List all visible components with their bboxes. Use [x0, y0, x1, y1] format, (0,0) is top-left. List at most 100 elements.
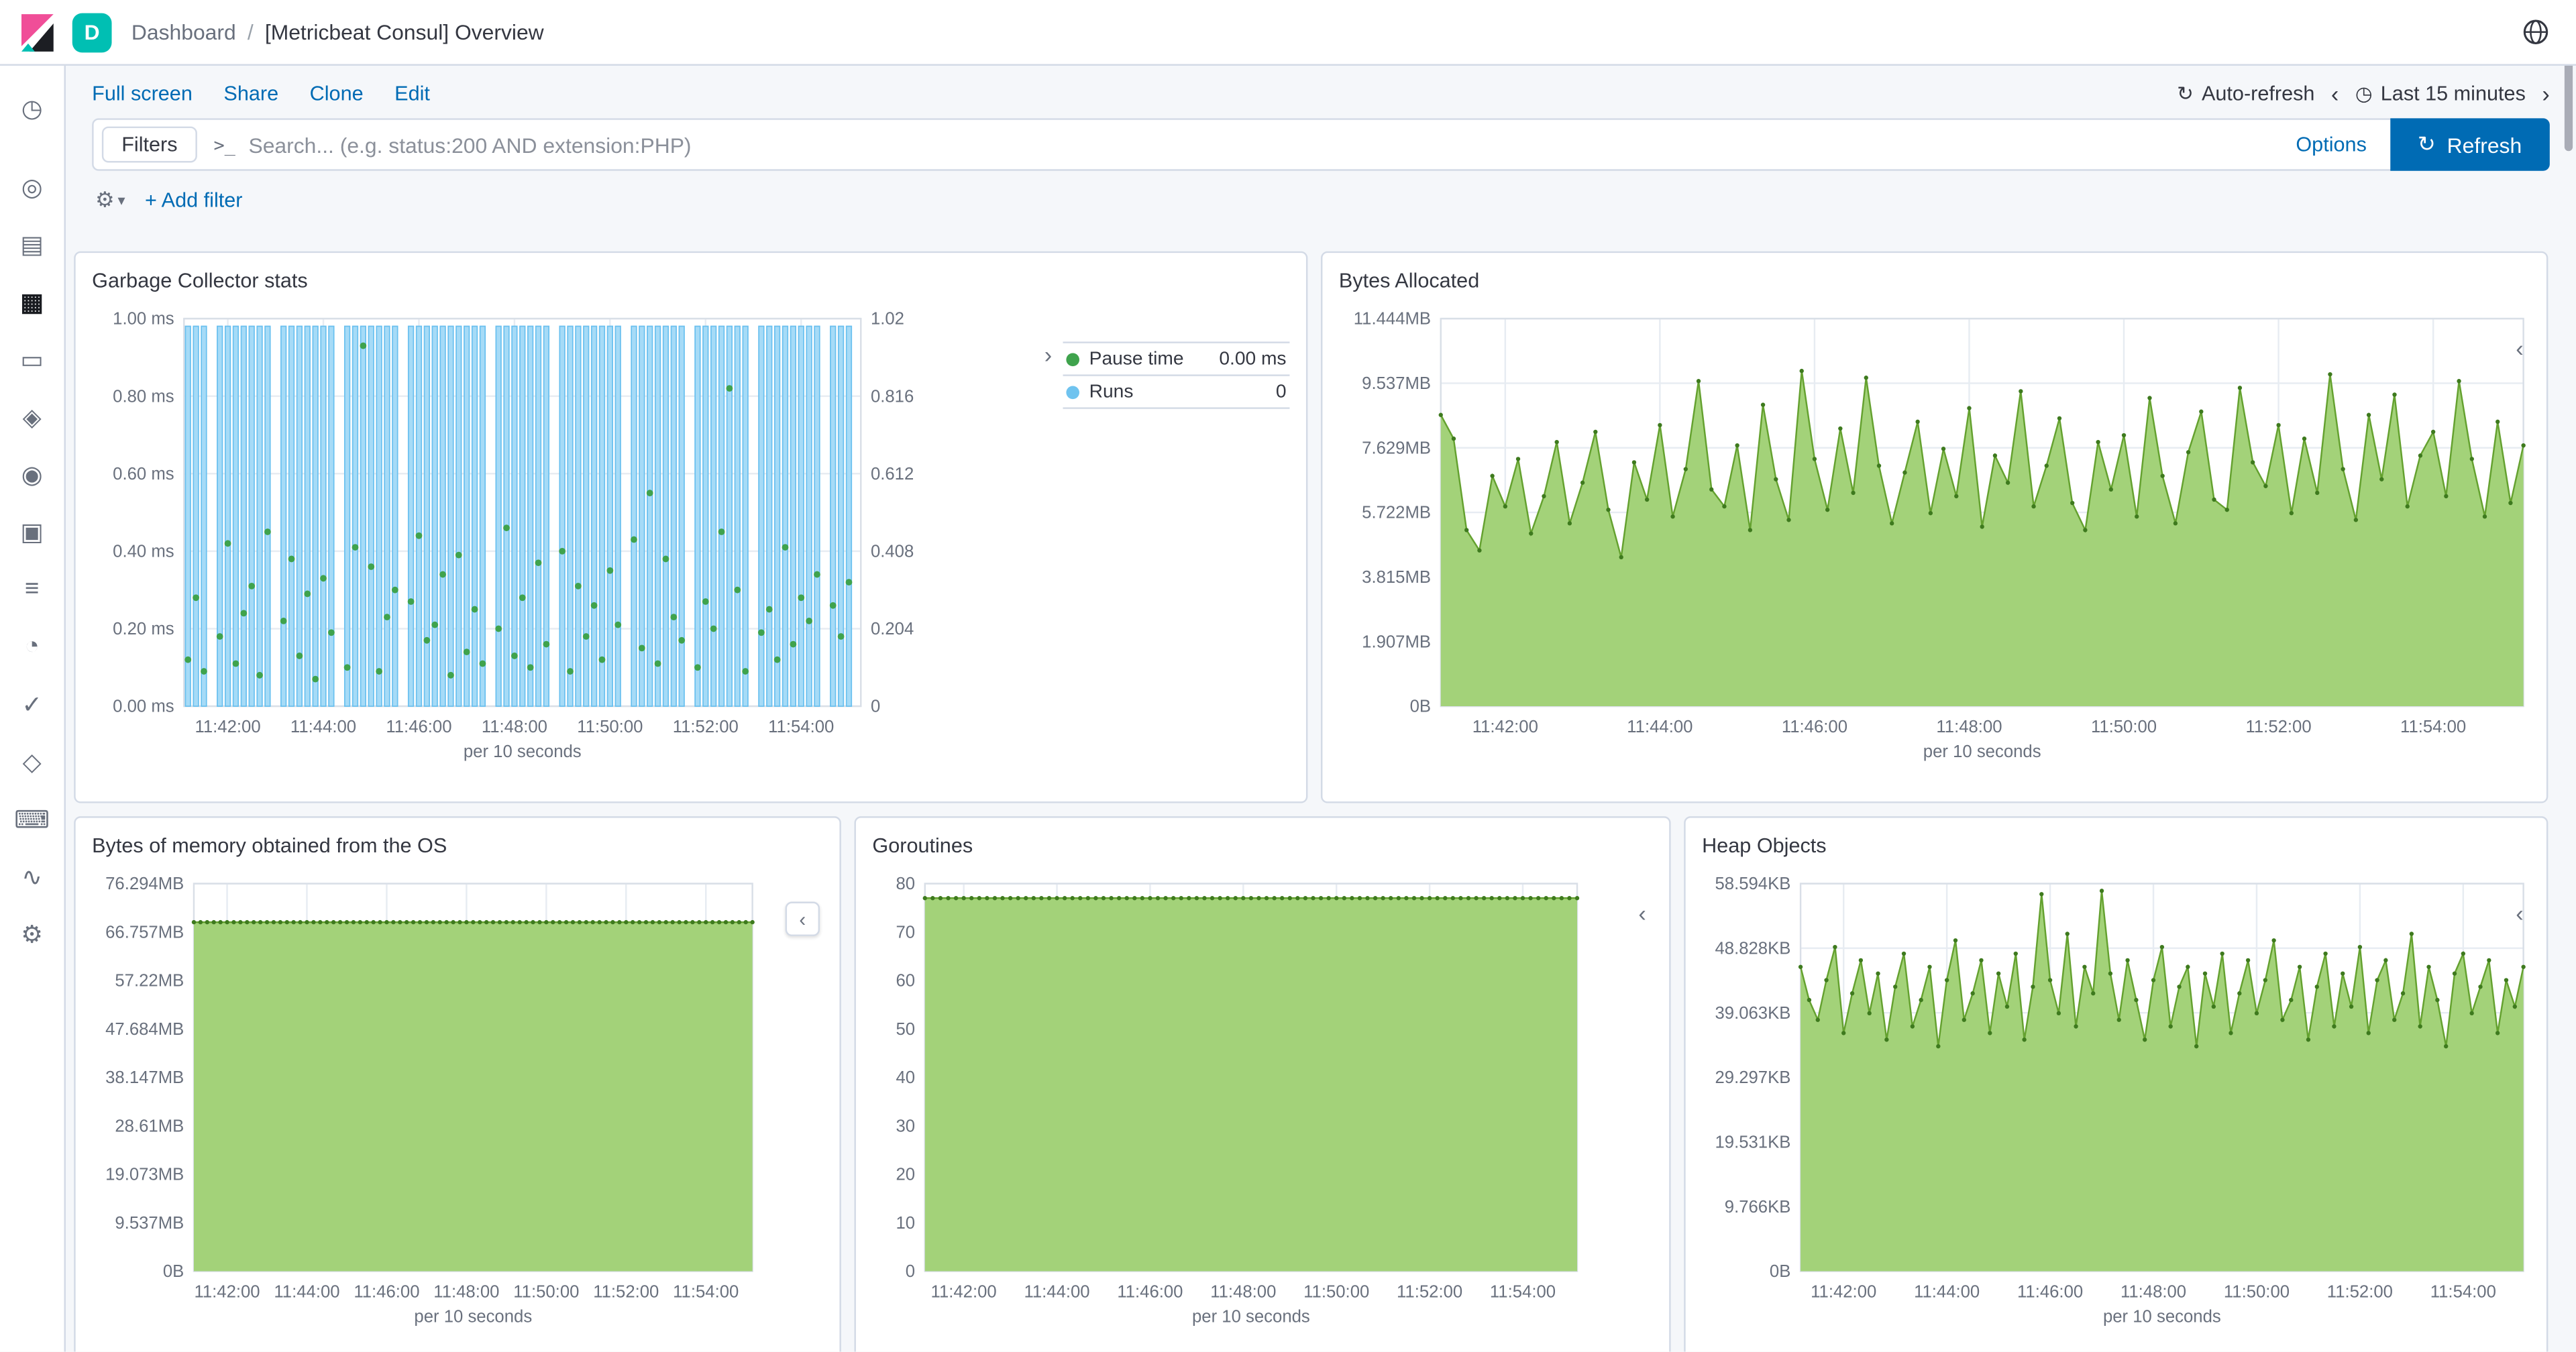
- bar-runs: [479, 325, 486, 707]
- full-screen-link[interactable]: Full screen: [92, 82, 193, 105]
- visualize-icon[interactable]: ▤: [4, 215, 60, 273]
- uptime-icon[interactable]: ✓: [4, 675, 60, 733]
- series-marker: [2452, 971, 2457, 976]
- time-back-button[interactable]: ‹: [2331, 82, 2339, 105]
- series-marker: [2392, 392, 2397, 397]
- bar-runs: [343, 325, 351, 707]
- series-marker: [2159, 944, 2165, 950]
- series-marker: [271, 919, 276, 925]
- bar-runs: [495, 325, 502, 707]
- series-marker: [2224, 507, 2229, 512]
- time-forward-button[interactable]: ›: [2542, 82, 2549, 105]
- series-marker: [1735, 443, 1739, 448]
- options-link[interactable]: Options: [2296, 133, 2367, 156]
- left-nav-sidebar: ◷ ◎ ▤ ▦ ▭ ◈ ◉ ▣ ≡ ◔ ✓ ◇ ⌨ ∿ ⚙: [0, 65, 66, 1352]
- dev-tools-icon[interactable]: ⌨: [4, 790, 60, 848]
- bar-runs: [439, 325, 446, 707]
- filter-bar: ⚙ ▾ + Add filter: [66, 171, 2576, 227]
- machine-learning-icon[interactable]: ◉: [4, 445, 60, 503]
- series-marker: [1520, 896, 1525, 901]
- infrastructure-icon[interactable]: ▣: [4, 502, 60, 560]
- series-marker: [1786, 518, 1791, 522]
- series-marker: [431, 919, 436, 925]
- series-marker: [2461, 951, 2466, 956]
- space-avatar[interactable]: D: [72, 12, 112, 52]
- discover-icon[interactable]: ◎: [4, 158, 60, 215]
- refresh-button[interactable]: ↻ Refresh: [2390, 118, 2550, 171]
- scatter-point: [463, 649, 470, 656]
- garbage-collector-chart[interactable]: 1.00 ms 0.80 ms 0.60 ms 0.40 ms 0.20 ms 0.00 …: [89, 296, 1033, 789]
- series-marker: [2392, 1017, 2397, 1022]
- legend-item-runs[interactable]: Runs 0: [1063, 376, 1290, 409]
- search-input[interactable]: [248, 132, 2273, 157]
- breadcrumb-dashboard[interactable]: Dashboard: [131, 19, 236, 44]
- bar-runs: [662, 325, 669, 707]
- x-axis-tick-label: 11:50:00: [1303, 1283, 1369, 1302]
- filters-button[interactable]: Filters: [101, 126, 197, 163]
- filter-options-gear-button[interactable]: ⚙ ▾: [95, 187, 125, 213]
- series-marker: [570, 919, 576, 925]
- clone-link[interactable]: Clone: [310, 82, 364, 105]
- series-marker: [391, 919, 396, 925]
- siem-icon[interactable]: ◇: [4, 732, 60, 790]
- runs-color-dot: [1066, 385, 1079, 398]
- x-axis-tick-label: 11:50:00: [2091, 718, 2157, 736]
- series-marker: [258, 919, 263, 925]
- series-marker: [1093, 896, 1098, 901]
- logs-icon[interactable]: ≡: [4, 560, 60, 618]
- series-marker: [464, 919, 469, 925]
- canvas-icon[interactable]: ▭: [4, 330, 60, 388]
- recently-viewed-icon[interactable]: ◷: [4, 79, 60, 137]
- legend-collapse-button[interactable]: ›: [1033, 341, 1063, 368]
- series-marker: [1513, 896, 1517, 901]
- series-marker: [1722, 504, 1727, 509]
- series-marker: [2194, 1044, 2199, 1049]
- series-marker: [2091, 991, 2096, 996]
- bar-runs: [742, 325, 749, 707]
- auto-refresh-control[interactable]: ↻ Auto-refresh: [2177, 82, 2314, 105]
- series-marker: [2108, 487, 2114, 492]
- clock-icon: ◷: [2355, 82, 2373, 105]
- legend-item-pause-time[interactable]: Pause time 0.00 ms: [1063, 343, 1290, 376]
- bar-runs: [360, 325, 367, 707]
- chart-legend: Pause time 0.00 ms Runs 0: [1063, 341, 1290, 788]
- series-marker: [2332, 1024, 2337, 1029]
- add-filter-link[interactable]: + Add filter: [145, 189, 243, 212]
- monitoring-icon[interactable]: ∿: [4, 848, 60, 905]
- share-link[interactable]: Share: [223, 82, 278, 105]
- globe-icon[interactable]: [2522, 18, 2550, 46]
- kibana-logo[interactable]: [0, 11, 72, 54]
- scatter-point: [431, 621, 439, 628]
- scatter-point: [352, 544, 359, 551]
- series-marker: [2366, 412, 2371, 417]
- series-marker: [417, 919, 423, 925]
- bytes-allocated-chart[interactable]: 11.444MB 9.537MB 7.629MB 5.722MB 3.815MB 1.90…: [1336, 296, 2536, 789]
- scatter-point: [559, 547, 566, 555]
- edit-link[interactable]: Edit: [394, 82, 430, 105]
- time-range-control[interactable]: ◷ Last 15 minutes: [2355, 82, 2526, 105]
- scatter-point: [471, 606, 478, 613]
- goroutines-chart[interactable]: 80 70 60 50 40 30 20 10 0 11:42:00 11:44:00 11:46:0…: [869, 860, 1660, 1352]
- series-marker: [2457, 379, 2461, 384]
- dashboard-icon[interactable]: ▦: [4, 273, 60, 331]
- series-marker: [411, 919, 416, 925]
- legend-expand-button[interactable]: ‹: [2516, 337, 2523, 359]
- series-marker: [2070, 500, 2075, 506]
- management-icon[interactable]: ⚙: [4, 905, 60, 962]
- heap-objects-chart[interactable]: 58.594KB 48.828KB 39.063KB 29.297KB 19.531KB…: [1699, 860, 2536, 1352]
- apm-icon[interactable]: ◔: [4, 618, 60, 675]
- series-marker: [631, 919, 635, 925]
- legend-expand-button[interactable]: ‹: [2516, 901, 2523, 924]
- legend-expand-button[interactable]: ‹: [785, 901, 820, 936]
- bar-runs: [598, 325, 606, 707]
- bytes-memory-os-chart[interactable]: 76.294MB 66.757MB 57.22MB 47.684MB 38.147MB 2…: [89, 860, 829, 1352]
- series-marker: [2418, 453, 2423, 458]
- x-axis-tick-label: 11:46:00: [1782, 718, 1847, 736]
- maps-icon[interactable]: ◈: [4, 388, 60, 445]
- y-axis-right-tick-label: 1.02: [871, 310, 904, 329]
- scatter-point: [232, 660, 239, 667]
- series-marker: [2143, 1037, 2147, 1042]
- series-marker: [497, 919, 502, 925]
- legend-expand-button[interactable]: ‹: [1638, 901, 1646, 924]
- x-axis-tick-label: 11:52:00: [673, 718, 739, 736]
